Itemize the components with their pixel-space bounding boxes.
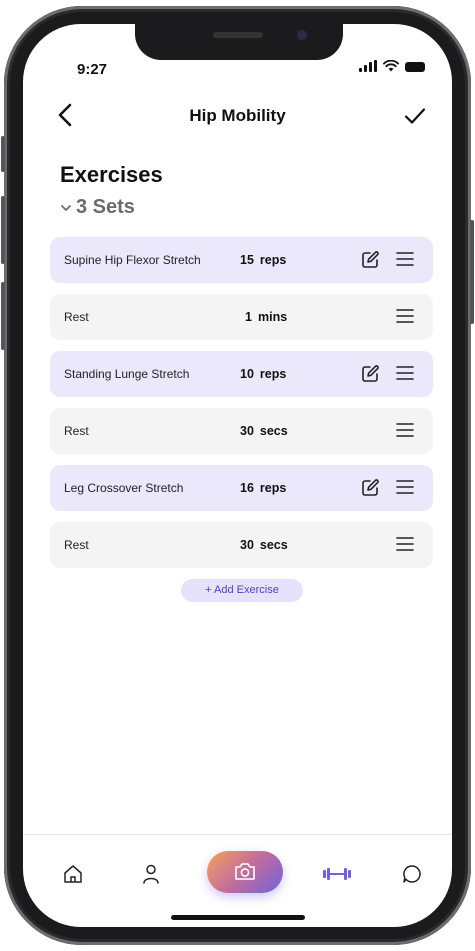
- rest-row[interactable]: Rest 30 secs: [50, 408, 433, 454]
- volume-up-button: [1, 196, 5, 264]
- phone-frame: 9:27 Hip Mobility Exercises 3 Sets Supin…: [1, 6, 474, 945]
- amount-number: 16: [240, 481, 254, 495]
- exercise-name: Supine Hip Flexor Stretch: [64, 253, 201, 267]
- exercise-row[interactable]: Leg Crossover Stretch 16 reps: [50, 465, 433, 511]
- exercise-name: Standing Lunge Stretch: [64, 367, 190, 381]
- exercise-name: Leg Crossover Stretch: [64, 481, 184, 495]
- checkmark-icon[interactable]: [403, 104, 427, 128]
- drag-handle-icon[interactable]: [396, 479, 414, 495]
- duration-unit: secs: [259, 538, 288, 552]
- exercise-list: Supine Hip Flexor Stretch 15 reps Rest 1m…: [50, 237, 433, 579]
- duration-unit: secs: [259, 424, 288, 438]
- rest-name: Rest: [64, 310, 89, 324]
- rest-duration: 30 secs: [240, 424, 288, 438]
- mute-switch: [1, 136, 5, 172]
- duration-number: 1: [245, 310, 252, 324]
- duration-number: 30: [240, 424, 254, 438]
- drag-handle-icon[interactable]: [396, 251, 414, 267]
- app-screen: 9:27 Hip Mobility Exercises 3 Sets Supin…: [23, 24, 452, 927]
- drag-handle-icon[interactable]: [396, 365, 414, 381]
- signal-icon: [359, 60, 377, 72]
- sets-label: 3 Sets: [76, 196, 135, 218]
- duration-number: 30: [240, 538, 254, 552]
- edit-icon[interactable]: [360, 250, 380, 270]
- rest-duration: 30 secs: [240, 538, 288, 552]
- amount-number: 15: [240, 253, 254, 267]
- volume-down-button: [1, 282, 5, 350]
- home-indicator: [171, 915, 305, 920]
- drag-handle-icon[interactable]: [396, 422, 414, 438]
- edit-icon[interactable]: [360, 478, 380, 498]
- drag-handle-icon[interactable]: [396, 308, 414, 324]
- amount-number: 10: [240, 367, 254, 381]
- speaker: [213, 32, 263, 38]
- status-icons: [359, 60, 425, 72]
- camera-icon: [235, 863, 255, 880]
- add-exercise-button[interactable]: + Add Exercise: [181, 579, 303, 602]
- wifi-icon: [383, 60, 399, 72]
- exercise-amount: 10 reps: [240, 367, 286, 381]
- page-title: Hip Mobility: [189, 106, 286, 125]
- camera-button[interactable]: [207, 851, 283, 893]
- amount-unit: reps: [259, 481, 287, 495]
- power-button: [470, 220, 474, 324]
- duration-unit: mins: [258, 310, 288, 324]
- exercise-row[interactable]: Supine Hip Flexor Stretch 15 reps: [50, 237, 433, 283]
- exercise-row[interactable]: Standing Lunge Stretch 10 reps: [50, 351, 433, 397]
- exercise-amount: 15 reps: [240, 253, 286, 267]
- drag-handle-icon[interactable]: [396, 536, 414, 552]
- chevron-down-icon: [61, 204, 71, 211]
- rest-duration: 1 mins: [240, 310, 287, 324]
- status-time: 9:27: [77, 61, 108, 78]
- edit-icon[interactable]: [360, 364, 380, 384]
- tab-bar-divider: [23, 834, 452, 835]
- chat-icon[interactable]: [400, 862, 424, 886]
- rest-row[interactable]: Rest 1 mins: [50, 294, 433, 340]
- notch: [135, 24, 343, 60]
- battery-icon: [405, 62, 425, 72]
- front-camera: [297, 30, 307, 40]
- exercise-amount: 16 reps: [240, 481, 286, 495]
- rest-row[interactable]: Rest 30 secs: [50, 522, 433, 568]
- rest-name: Rest: [64, 424, 89, 438]
- rest-name: Rest: [64, 538, 89, 552]
- dumbbell-icon[interactable]: [321, 862, 353, 886]
- home-icon[interactable]: [61, 862, 85, 886]
- amount-unit: reps: [259, 367, 287, 381]
- sets-toggle[interactable]: 3 Sets: [60, 196, 135, 219]
- amount-unit: reps: [259, 253, 287, 267]
- section-title: Exercises: [60, 162, 163, 187]
- profile-icon[interactable]: [139, 862, 163, 886]
